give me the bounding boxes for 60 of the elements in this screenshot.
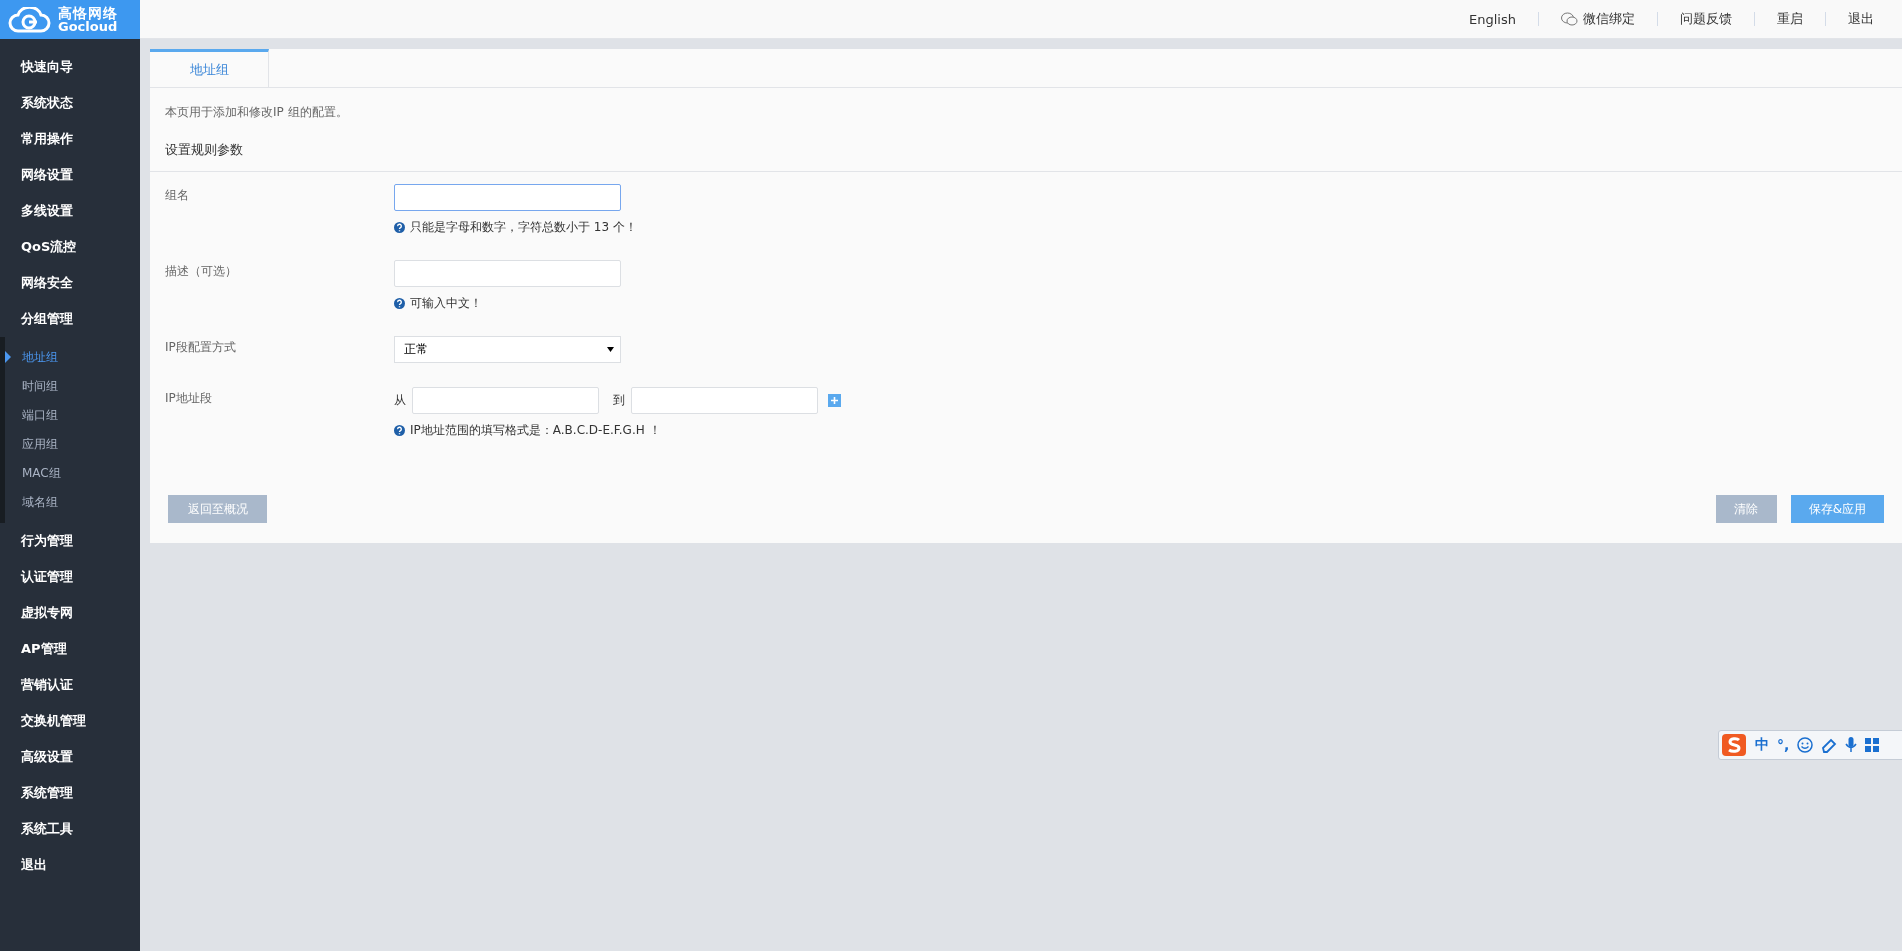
sidebar-subitem[interactable]: 时间组 bbox=[5, 372, 140, 401]
header-link[interactable]: 重启 bbox=[1755, 10, 1825, 28]
caret-icon bbox=[607, 347, 614, 352]
ime-logo-icon bbox=[1721, 733, 1747, 757]
from-label: 从 bbox=[394, 392, 406, 409]
sidebar-subitem[interactable]: MAC组 bbox=[5, 459, 140, 488]
help-icon bbox=[394, 425, 405, 436]
sidebar-subitem[interactable]: 域名组 bbox=[5, 488, 140, 517]
sidebar-item[interactable]: AP管理 bbox=[0, 631, 140, 667]
sidebar-subitem[interactable]: 地址组 bbox=[5, 343, 140, 372]
sidebar-item[interactable]: 常用操作 bbox=[0, 121, 140, 157]
brand-subtitle: Gocloud bbox=[58, 20, 118, 33]
field-label: 组名 bbox=[165, 187, 190, 204]
field-label: IP段配置方式 bbox=[165, 339, 237, 356]
sidebar-item[interactable]: 高级设置 bbox=[0, 739, 140, 775]
plus-icon bbox=[831, 397, 838, 404]
input-field[interactable] bbox=[394, 184, 621, 211]
field-label: 描述（可选） bbox=[165, 263, 238, 280]
add-button[interactable] bbox=[828, 394, 841, 407]
sidebar-item[interactable]: 分组管理 bbox=[0, 301, 140, 337]
tab[interactable]: 地址组 bbox=[150, 49, 269, 87]
microphone-icon[interactable] bbox=[1845, 737, 1858, 753]
hint-text: 只能是字母和数字，字符总数小于 13 个！ bbox=[410, 219, 637, 236]
ime-mode[interactable]: 中 bbox=[1755, 736, 1769, 754]
to-label: 到 bbox=[613, 392, 625, 409]
sidebar-item[interactable]: 退出 bbox=[0, 847, 140, 883]
sidebar-item[interactable]: 系统管理 bbox=[0, 775, 140, 811]
header-link[interactable]: 微信绑定 bbox=[1539, 10, 1657, 28]
brand-name: 高恪网络 bbox=[58, 6, 118, 20]
smiley-icon[interactable] bbox=[1797, 737, 1814, 753]
help-icon bbox=[394, 222, 405, 233]
sidebar-item[interactable]: 快速向导 bbox=[0, 49, 140, 85]
header-link[interactable]: 退出 bbox=[1826, 10, 1896, 28]
sidebar-item[interactable]: 系统状态 bbox=[0, 85, 140, 121]
sidebar-item[interactable]: 网络安全 bbox=[0, 265, 140, 301]
header-link[interactable]: 问题反馈 bbox=[1658, 10, 1754, 28]
chat-bubbles-icon bbox=[1561, 12, 1578, 26]
sidebar-item[interactable]: 行为管理 bbox=[0, 523, 140, 559]
field-label: IP地址段 bbox=[165, 390, 213, 407]
sidebar-item[interactable]: QoS流控 bbox=[0, 229, 140, 265]
cloud-logo-icon bbox=[8, 6, 52, 33]
sidebar-item[interactable]: 系统工具 bbox=[0, 811, 140, 847]
sidebar-item[interactable]: 网络设置 bbox=[0, 157, 140, 193]
hint-text: IP地址范围的填写格式是：A.B.C.D-E.F.G.H ！ bbox=[410, 422, 661, 439]
sidebar-item[interactable]: 交换机管理 bbox=[0, 703, 140, 739]
sidebar-item[interactable]: 虚拟专网 bbox=[0, 595, 140, 631]
page-description: 本页用于添加和修改IP 组的配置。 bbox=[165, 104, 349, 121]
eraser-icon[interactable] bbox=[1821, 737, 1838, 753]
select-field[interactable]: 正常 bbox=[394, 336, 621, 363]
grid-icon[interactable] bbox=[1865, 738, 1880, 752]
sidebar-item[interactable]: 营销认证 bbox=[0, 667, 140, 703]
sidebar-item[interactable]: 多线设置 bbox=[0, 193, 140, 229]
section-title: 设置规则参数 bbox=[165, 142, 243, 157]
help-icon bbox=[394, 298, 405, 309]
sidebar-subitem[interactable]: 端口组 bbox=[5, 401, 140, 430]
header-link[interactable]: English bbox=[1447, 11, 1538, 27]
sidebar-item[interactable]: 认证管理 bbox=[0, 559, 140, 595]
ime-punctuation[interactable]: °, bbox=[1777, 737, 1790, 753]
hint-text: 可输入中文！ bbox=[410, 295, 482, 312]
sidebar-subitem[interactable]: 应用组 bbox=[5, 430, 140, 459]
